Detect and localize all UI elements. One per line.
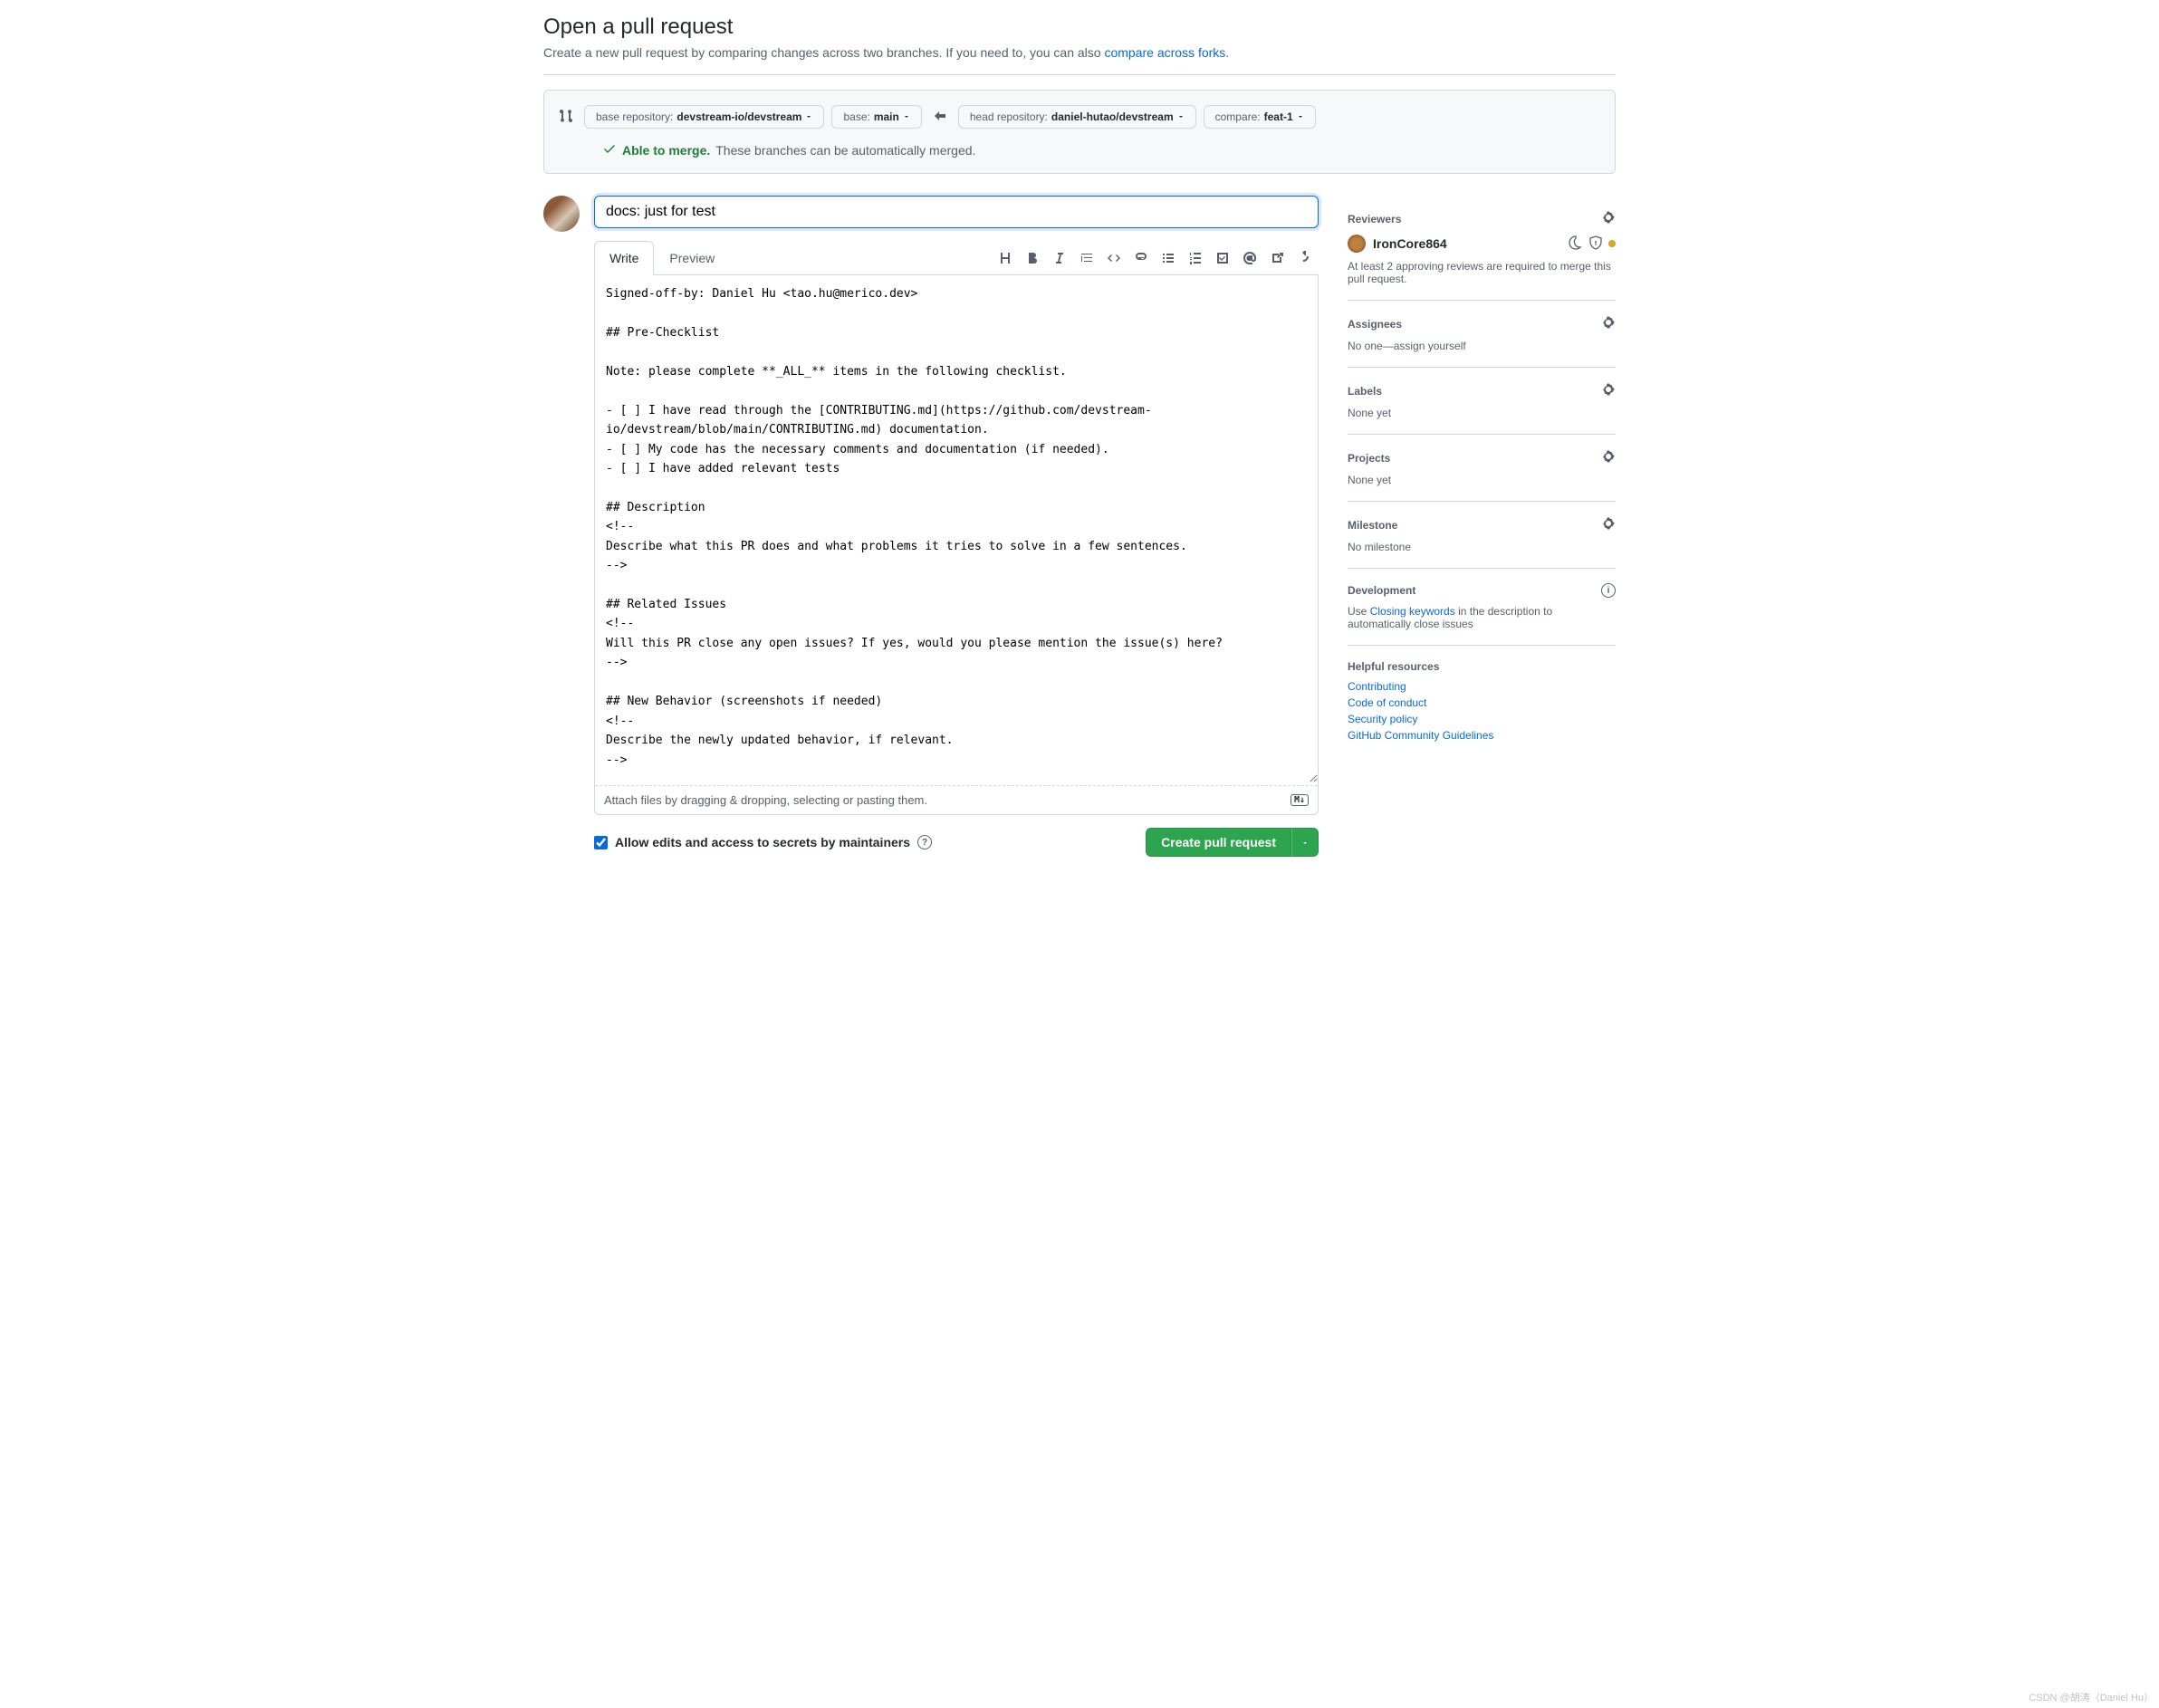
compare-label: compare: (1215, 110, 1261, 123)
reply-icon[interactable] (1297, 251, 1311, 265)
projects-text: None yet (1348, 474, 1616, 486)
watermark: CSDN @胡涛（Daniel Hu） (2029, 1690, 2154, 1704)
milestone-text: No milestone (1348, 541, 1616, 553)
caret-down-icon (1177, 113, 1185, 120)
gear-icon[interactable] (1601, 382, 1616, 399)
git-compare-icon (559, 109, 573, 126)
code-icon[interactable] (1107, 251, 1121, 265)
projects-title: Projects (1348, 452, 1390, 465)
pr-body-textarea[interactable] (595, 275, 1318, 782)
reviewers-title: Reviewers (1348, 213, 1401, 225)
tab-write[interactable]: Write (594, 241, 654, 275)
resources-title: Helpful resources (1348, 660, 1439, 673)
dev-prefix: Use (1348, 605, 1370, 618)
closing-keywords-link[interactable]: Closing keywords (1370, 605, 1455, 618)
development-text: Use Closing keywords in the description … (1348, 605, 1616, 630)
resource-link-security[interactable]: Security policy (1348, 713, 1616, 725)
allow-edits-label: Allow edits and access to secrets by mai… (615, 835, 910, 849)
milestone-title: Milestone (1348, 519, 1397, 532)
link-icon[interactable] (1134, 251, 1148, 265)
attach-hint[interactable]: Attach files by dragging & dropping, sel… (604, 793, 927, 807)
merge-status: Able to merge. These branches can be aut… (602, 141, 1600, 158)
subtitle-suffix: . (1225, 45, 1229, 60)
base-repo-value: devstream-io/devstream (676, 110, 801, 123)
head-repo-label: head repository: (970, 110, 1048, 123)
reviewer-avatar (1348, 235, 1366, 253)
moon-icon (1569, 235, 1583, 253)
reviewers-note: At least 2 approving reviews are require… (1348, 260, 1616, 285)
caret-down-icon (1301, 840, 1309, 847)
avatar (543, 196, 580, 232)
arrow-left-icon (929, 109, 951, 126)
resource-link-guidelines[interactable]: GitHub Community Guidelines (1348, 729, 1616, 742)
allow-edits-checkbox[interactable] (594, 836, 608, 849)
compare-box: base repository: devstream-io/devstream … (543, 90, 1616, 174)
labels-text: None yet (1348, 407, 1616, 419)
gear-icon[interactable] (1601, 210, 1616, 227)
body-wrap: Attach files by dragging & dropping, sel… (594, 275, 1319, 815)
head-repo-select[interactable]: head repository: daniel-hutao/devstream (958, 105, 1196, 129)
resource-link-conduct[interactable]: Code of conduct (1348, 696, 1616, 709)
assignees-text[interactable]: No one—assign yourself (1348, 340, 1616, 352)
ol-icon[interactable] (1188, 251, 1203, 265)
bold-icon[interactable] (1025, 251, 1040, 265)
gear-icon[interactable] (1601, 449, 1616, 466)
page-title: Open a pull request (543, 14, 1616, 40)
merge-status-text: Able to merge. (622, 143, 710, 158)
base-repo-select[interactable]: base repository: devstream-io/devstream (584, 105, 824, 129)
crossref-icon[interactable] (1270, 251, 1284, 265)
gear-icon[interactable] (1601, 516, 1616, 533)
head-repo-value: daniel-hutao/devstream (1051, 110, 1174, 123)
labels-title: Labels (1348, 385, 1382, 398)
shield-icon (1588, 235, 1603, 253)
resource-link-contributing[interactable]: Contributing (1348, 680, 1616, 693)
mention-icon[interactable] (1243, 251, 1257, 265)
compare-branch-select[interactable]: compare: feat-1 (1204, 105, 1316, 129)
base-label: base: (843, 110, 869, 123)
caret-down-icon (1297, 113, 1304, 120)
markdown-icon[interactable]: M↓ (1291, 794, 1309, 806)
tabs: Write Preview (594, 241, 730, 274)
create-pr-dropdown[interactable] (1291, 828, 1319, 857)
compare-value: feat-1 (1264, 110, 1293, 123)
create-pr-button[interactable]: Create pull request (1146, 828, 1291, 857)
pending-dot-icon (1608, 240, 1616, 247)
base-branch-select[interactable]: base: main (831, 105, 921, 129)
caret-down-icon (903, 113, 910, 120)
base-repo-label: base repository: (596, 110, 673, 123)
development-title: Development (1348, 584, 1415, 597)
subtitle-prefix: Create a new pull request by comparing c… (543, 45, 1104, 60)
heading-icon[interactable] (998, 251, 1012, 265)
page-subtitle: Create a new pull request by comparing c… (543, 45, 1616, 60)
assignees-title: Assignees (1348, 318, 1402, 331)
info-icon[interactable]: i (1601, 583, 1616, 598)
quote-icon[interactable] (1080, 251, 1094, 265)
help-icon[interactable]: ? (917, 835, 932, 849)
italic-icon[interactable] (1052, 251, 1067, 265)
caret-down-icon (805, 113, 812, 120)
gear-icon[interactable] (1601, 315, 1616, 332)
reviewer-name[interactable]: IronCore864 (1373, 236, 1447, 251)
tab-preview[interactable]: Preview (654, 241, 730, 274)
check-icon (602, 141, 617, 158)
sidebar: Reviewers IronCore864 At least 2 approvi… (1348, 196, 1616, 756)
header-divider (543, 74, 1616, 75)
pr-title-input[interactable] (594, 196, 1319, 228)
allow-edits-row[interactable]: Allow edits and access to secrets by mai… (594, 835, 932, 849)
base-value: main (874, 110, 899, 123)
merge-status-note: These branches can be automatically merg… (715, 143, 975, 158)
tasklist-icon[interactable] (1215, 251, 1230, 265)
ul-icon[interactable] (1161, 251, 1175, 265)
compare-forks-link[interactable]: compare across forks (1104, 45, 1225, 60)
md-toolbar (998, 251, 1319, 265)
